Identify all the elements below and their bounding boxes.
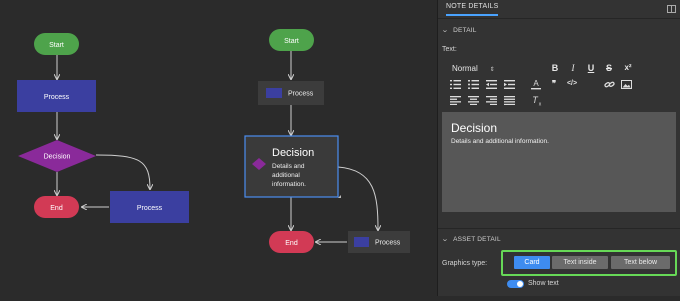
graphics-option-text-inside[interactable]: Text inside: [552, 256, 608, 269]
right-end-node[interactable]: End: [269, 231, 314, 253]
italic-button[interactable]: I: [568, 63, 578, 73]
right-process-card[interactable]: Process: [258, 81, 324, 105]
asset-section-title: ASSET DETAIL: [453, 236, 501, 243]
flow-diagram[interactable]: Start Process Decision End Process Start…: [0, 0, 437, 296]
superscript-button[interactable]: x²: [621, 63, 635, 72]
bullet-list-icon[interactable]: [468, 80, 479, 89]
svg-text:x: x: [539, 102, 542, 107]
right-decision-body-1: Details and: [272, 163, 305, 170]
link-icon[interactable]: [604, 80, 615, 89]
detail-section-header[interactable]: ⌄ DETAIL: [441, 26, 477, 34]
tab-divider: [438, 18, 680, 19]
show-text-toggle[interactable]: [507, 280, 524, 288]
underline-button[interactable]: U: [586, 63, 596, 73]
right-start-node[interactable]: Start: [269, 29, 314, 51]
bold-button[interactable]: B: [550, 63, 560, 73]
left-start-node[interactable]: Start: [34, 33, 79, 55]
indent-icon[interactable]: [504, 80, 515, 89]
left-start-label: Start: [49, 42, 64, 49]
detail-section-title: DETAIL: [453, 27, 477, 34]
format-select[interactable]: Normal ⇕: [452, 64, 495, 73]
graphics-option-card[interactable]: Card: [514, 256, 550, 269]
clear-format-icon[interactable]: Tx: [530, 95, 542, 106]
ordered-list-icon[interactable]: [450, 80, 461, 89]
blockquote-button[interactable]: ❞: [548, 79, 560, 88]
editor-heading: Decision: [451, 121, 498, 135]
asset-section-header[interactable]: ⌄ ASSET DETAIL: [441, 235, 501, 243]
right-decision-body-2: additional: [272, 172, 300, 179]
right-end-label: End: [285, 240, 298, 247]
left-end-node[interactable]: End: [34, 196, 79, 218]
right-process2-card[interactable]: Process: [348, 231, 410, 253]
code-button[interactable]: </>: [563, 80, 581, 87]
left-process-label: Process: [44, 94, 70, 101]
chevron-down-icon: ⌄: [441, 27, 449, 34]
show-text-label: Show text: [528, 280, 559, 287]
outdent-icon[interactable]: [486, 80, 497, 89]
image-icon[interactable]: [621, 80, 632, 89]
process2-swatch-icon: [354, 237, 369, 247]
right-decision-card[interactable]: Decision Details and additional informat…: [244, 135, 341, 198]
process-swatch-icon: [266, 88, 282, 98]
left-process2-node[interactable]: Process: [110, 191, 189, 223]
collapse-panel-icon[interactable]: [667, 5, 676, 13]
note-details-panel: NOTE DETAILS ⌄ DETAIL Text: Normal ⇕ B I U…: [437, 0, 680, 296]
select-updown-icon: ⇕: [489, 67, 495, 73]
editor-body: Details and additional information.: [451, 138, 549, 145]
text-label: Text:: [442, 46, 457, 53]
left-process-node[interactable]: Process: [17, 80, 96, 112]
svg-text:A: A: [533, 79, 539, 88]
left-process2-label: Process: [137, 205, 163, 212]
strike-button[interactable]: S: [604, 63, 614, 73]
note-text-editor[interactable]: Decision Details and additional informat…: [442, 112, 676, 212]
graphics-type-label: Graphics type:: [442, 260, 488, 267]
right-start-label: Start: [284, 38, 299, 45]
align-justify-icon[interactable]: [504, 96, 515, 105]
align-center-icon[interactable]: [468, 96, 479, 105]
left-flow-connectors: [57, 55, 150, 207]
left-end-label: End: [50, 205, 63, 212]
left-decision-node[interactable]: Decision: [18, 140, 96, 172]
chevron-down-icon: ⌄: [441, 236, 449, 243]
format-select-value: Normal: [452, 64, 478, 73]
right-process-label: Process: [288, 91, 314, 98]
right-decision-body-3: information.: [272, 181, 306, 188]
right-process2-label: Process: [375, 240, 401, 247]
align-left-icon[interactable]: [450, 96, 461, 105]
flow-canvas[interactable]: Start Process Decision End Process Start…: [0, 0, 437, 296]
align-right-icon[interactable]: [486, 96, 497, 105]
graphics-option-text-below[interactable]: Text below: [611, 256, 670, 269]
section-divider: [438, 228, 680, 229]
text-color-icon[interactable]: A: [530, 79, 542, 90]
right-decision-title: Decision: [272, 147, 314, 159]
left-decision-label: Decision: [44, 154, 71, 161]
tab-note-details[interactable]: NOTE DETAILS: [446, 3, 499, 16]
